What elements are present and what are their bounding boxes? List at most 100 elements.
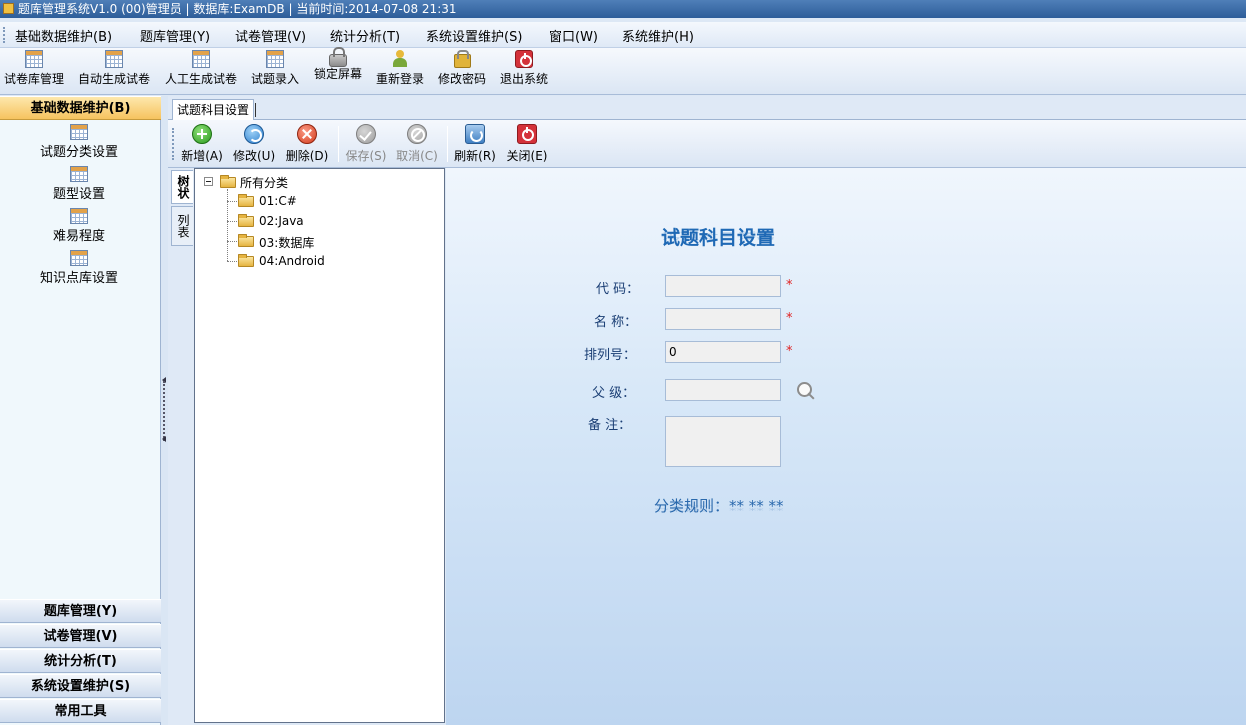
edit-button[interactable]: 修改(U) bbox=[233, 124, 275, 164]
name-label: 名 称： bbox=[594, 315, 638, 330]
window-title: 题库管理系统V1.0 (00)管理员 | 数据库:ExamDB | 当前时间:2… bbox=[18, 2, 457, 16]
grid-icon bbox=[266, 50, 284, 68]
close-button[interactable]: 关闭(E) bbox=[506, 124, 548, 164]
parent-label: 父 级： bbox=[592, 386, 636, 401]
nav-item-question-type[interactable]: 题型设置 bbox=[0, 166, 158, 202]
left-nav-panel: 基础数据维护(B) 试题分类设置 题型设置 难易程度 知识点库设置 题库管理(Y… bbox=[0, 96, 161, 725]
grid-icon bbox=[25, 50, 43, 68]
folder-icon bbox=[238, 214, 254, 227]
menu-exam-paper[interactable]: 试卷管理(V) bbox=[235, 26, 306, 45]
tab-tree-view[interactable]: 树状 bbox=[171, 170, 193, 204]
splitter-grip bbox=[163, 381, 166, 441]
nav-header-exam-paper[interactable]: 试卷管理(V) bbox=[0, 624, 161, 648]
toolbar-label: 人工生成试卷 bbox=[164, 72, 237, 86]
toolbar-lock-screen-button[interactable]: 锁定屏幕 bbox=[313, 47, 363, 92]
code-label: 代 码： bbox=[596, 282, 640, 297]
tree-connector bbox=[227, 241, 237, 242]
button-label: 修改(U) bbox=[233, 149, 276, 163]
tree-connector bbox=[227, 189, 228, 261]
toolbar-question-entry-button[interactable]: 试题录入 bbox=[250, 50, 300, 92]
tree-node[interactable]: 04:Android bbox=[259, 254, 325, 268]
grid-icon bbox=[105, 50, 123, 68]
note-label: 备 注： bbox=[588, 418, 632, 433]
grid-icon bbox=[192, 50, 210, 68]
power-icon bbox=[515, 50, 533, 68]
collapse-toggle-icon[interactable] bbox=[204, 177, 213, 186]
toolbar-label: 退出系统 bbox=[499, 72, 548, 86]
nav-item-label: 难易程度 bbox=[52, 229, 105, 244]
search-icon[interactable] bbox=[796, 381, 816, 401]
toolbar-relogin-button[interactable]: 重新登录 bbox=[375, 50, 425, 92]
menu-system-settings[interactable]: 系统设置维护(S) bbox=[426, 26, 522, 45]
delete-icon bbox=[297, 124, 317, 144]
close-icon bbox=[517, 124, 537, 144]
nav-item-knowledge-base[interactable]: 知识点库设置 bbox=[0, 250, 158, 286]
code-input[interactable] bbox=[665, 275, 781, 297]
tab-list-view[interactable]: 列表 bbox=[171, 206, 193, 246]
toolbar-label: 试卷库管理 bbox=[3, 72, 64, 86]
toolbar-label: 自动生成试卷 bbox=[77, 72, 150, 86]
order-input[interactable] bbox=[665, 341, 781, 363]
user-icon bbox=[391, 50, 409, 68]
collapse-arrow-icon[interactable] bbox=[162, 436, 166, 442]
add-icon bbox=[192, 124, 212, 144]
menu-system-maintenance[interactable]: 系统维护(H) bbox=[622, 26, 694, 45]
refresh-button[interactable]: 刷新(R) bbox=[454, 124, 496, 164]
add-button[interactable]: 新增(A) bbox=[181, 124, 223, 164]
document-tab-strip: 试题科目设置 bbox=[168, 96, 1246, 120]
toolbar-separator bbox=[447, 126, 448, 162]
button-label: 刷新(R) bbox=[454, 149, 496, 163]
tree-node[interactable]: 02:Java bbox=[259, 214, 304, 228]
panel-splitter[interactable] bbox=[161, 96, 168, 725]
tree-node[interactable]: 03:数据库 bbox=[259, 234, 314, 251]
delete-button[interactable]: 删除(D) bbox=[285, 124, 329, 164]
menu-bar: 基础数据维护(B) 题库管理(Y) 试卷管理(V) 统计分析(T) 系统设置维护… bbox=[0, 22, 1246, 48]
toolbar-grip bbox=[172, 128, 174, 160]
name-input[interactable] bbox=[665, 308, 781, 330]
menu-window[interactable]: 窗口(W) bbox=[549, 26, 598, 45]
button-label: 新增(A) bbox=[181, 149, 223, 163]
app-icon bbox=[3, 3, 14, 14]
toolbar-label: 修改密码 bbox=[437, 72, 486, 86]
form-title-reflection: 试题科目设置 bbox=[661, 230, 776, 241]
menu-statistics[interactable]: 统计分析(T) bbox=[330, 26, 400, 45]
button-label: 删除(D) bbox=[285, 149, 329, 163]
nav-header-system-settings[interactable]: 系统设置维护(S) bbox=[0, 674, 161, 698]
note-textarea[interactable] bbox=[665, 416, 781, 467]
tree-node-root[interactable]: 所有分类 bbox=[240, 174, 288, 191]
cancel-icon bbox=[407, 124, 427, 144]
toolbar-manual-generate-button[interactable]: 人工生成试卷 bbox=[164, 50, 238, 92]
nav-header-question-bank[interactable]: 题库管理(Y) bbox=[0, 599, 161, 623]
tab-subject-settings[interactable]: 试题科目设置 bbox=[172, 99, 257, 120]
grid-icon bbox=[70, 124, 88, 140]
save-button[interactable]: 保存(S) bbox=[345, 124, 387, 164]
edit-icon bbox=[244, 124, 264, 144]
cancel-button[interactable]: 取消(C) bbox=[396, 124, 438, 164]
toolbar-paper-library-button[interactable]: 试卷库管理 bbox=[3, 50, 65, 92]
button-label: 取消(C) bbox=[396, 149, 438, 163]
nav-header-common-tools[interactable]: 常用工具 bbox=[0, 699, 161, 723]
toolbar-exit-button[interactable]: 退出系统 bbox=[499, 50, 549, 92]
toolbar-auto-generate-button[interactable]: 自动生成试卷 bbox=[77, 50, 151, 92]
save-icon bbox=[356, 124, 376, 144]
subject-form-panel: 试题科目设置 试题科目设置 代 码： * 名 称： * 排列号： * 父 级： … bbox=[446, 168, 1246, 725]
nav-item-label: 试题分类设置 bbox=[39, 145, 118, 160]
nav-header-basic-data[interactable]: 基础数据维护(B) bbox=[0, 96, 161, 120]
toolbar-change-password-button[interactable]: 修改密码 bbox=[437, 50, 487, 92]
tree-connector bbox=[227, 201, 237, 202]
toolbar-separator bbox=[338, 126, 339, 162]
tree-node[interactable]: 01:C# bbox=[259, 194, 297, 208]
menu-grip bbox=[3, 27, 5, 43]
parent-input[interactable] bbox=[665, 379, 781, 401]
window-title-bar: 题库管理系统V1.0 (00)管理员 | 数据库:ExamDB | 当前时间:2… bbox=[0, 0, 1246, 18]
menu-question-bank[interactable]: 题库管理(Y) bbox=[140, 26, 210, 45]
nav-item-category-settings[interactable]: 试题分类设置 bbox=[0, 124, 158, 160]
button-label: 保存(S) bbox=[345, 149, 387, 163]
nav-item-difficulty[interactable]: 难易程度 bbox=[0, 208, 158, 244]
menu-basic-data[interactable]: 基础数据维护(B) bbox=[15, 26, 112, 45]
category-rule-reflection: 分类规则：** ** ** bbox=[654, 504, 784, 513]
folder-icon bbox=[220, 175, 236, 188]
folder-icon bbox=[238, 234, 254, 247]
nav-header-statistics[interactable]: 统计分析(T) bbox=[0, 649, 161, 673]
grid-icon bbox=[70, 250, 88, 266]
